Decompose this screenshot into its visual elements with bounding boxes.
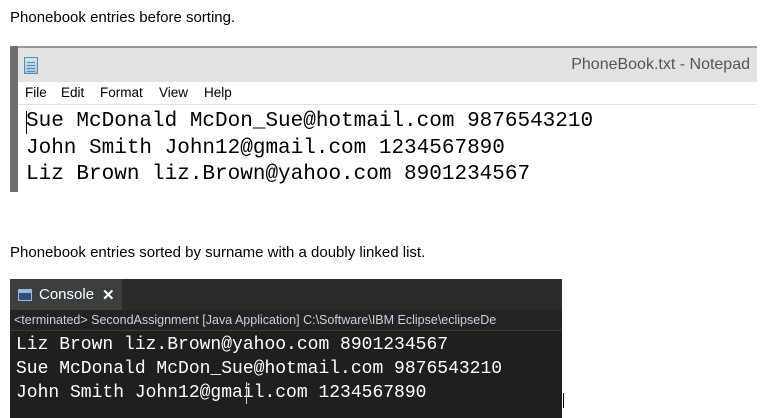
console-output[interactable]: Liz Brown liz.Brown@yahoo.com 8901234567… xyxy=(16,333,502,405)
close-icon[interactable]: ✕ xyxy=(102,286,115,304)
window-title: PhoneBook.txt - Notepad xyxy=(571,56,750,73)
console-line: Liz Brown liz.Brown@yahoo.com 8901234567 xyxy=(16,335,449,355)
caption-after-sorting: Phonebook entries sorted by surname with… xyxy=(10,244,426,261)
notepad-line: Sue McDonald McDon_Sue@hotmail.com 98765… xyxy=(26,110,594,133)
menu-file[interactable]: File xyxy=(25,85,47,100)
console-line: Sue McDonald McDon_Sue@hotmail.com 98765… xyxy=(16,359,503,379)
console-status: <terminated> SecondAssignment [Java Appl… xyxy=(10,310,562,331)
menu-edit[interactable]: Edit xyxy=(61,85,84,100)
notepad-editor[interactable]: Sue McDonald McDon_Sue@hotmail.com 98765… xyxy=(26,109,757,189)
console-line: John Smith John12@gmail.com 1234567890 xyxy=(16,383,427,403)
notepad-line: Liz Brown liz.Brown@yahoo.com 8901234567 xyxy=(26,163,531,186)
menu-view[interactable]: View xyxy=(159,85,188,100)
notepad-window: PhoneBook.txt - Notepad File Edit Format… xyxy=(10,46,757,192)
text-caret xyxy=(26,111,27,134)
tab-console[interactable]: Console ✕ xyxy=(10,279,122,310)
console-tabbar: Console ✕ xyxy=(10,279,562,310)
menu-help[interactable]: Help xyxy=(204,85,232,100)
menu-format[interactable]: Format xyxy=(100,85,143,100)
notepad-titlebar[interactable]: PhoneBook.txt - Notepad xyxy=(18,46,757,82)
caption-before-sorting: Phonebook entries before sorting. xyxy=(10,9,236,26)
notepad-line: John Smith John12@gmail.com 1234567890 xyxy=(26,136,505,160)
console-caret xyxy=(246,382,247,404)
console-tab-label: Console xyxy=(39,286,95,303)
notepad-icon[interactable] xyxy=(24,57,38,74)
text-cursor xyxy=(563,393,564,408)
notepad-menubar: File Edit Format View Help xyxy=(18,82,757,105)
console-view: Console ✕ <terminated> SecondAssignment … xyxy=(10,279,562,418)
console-icon xyxy=(18,288,32,301)
